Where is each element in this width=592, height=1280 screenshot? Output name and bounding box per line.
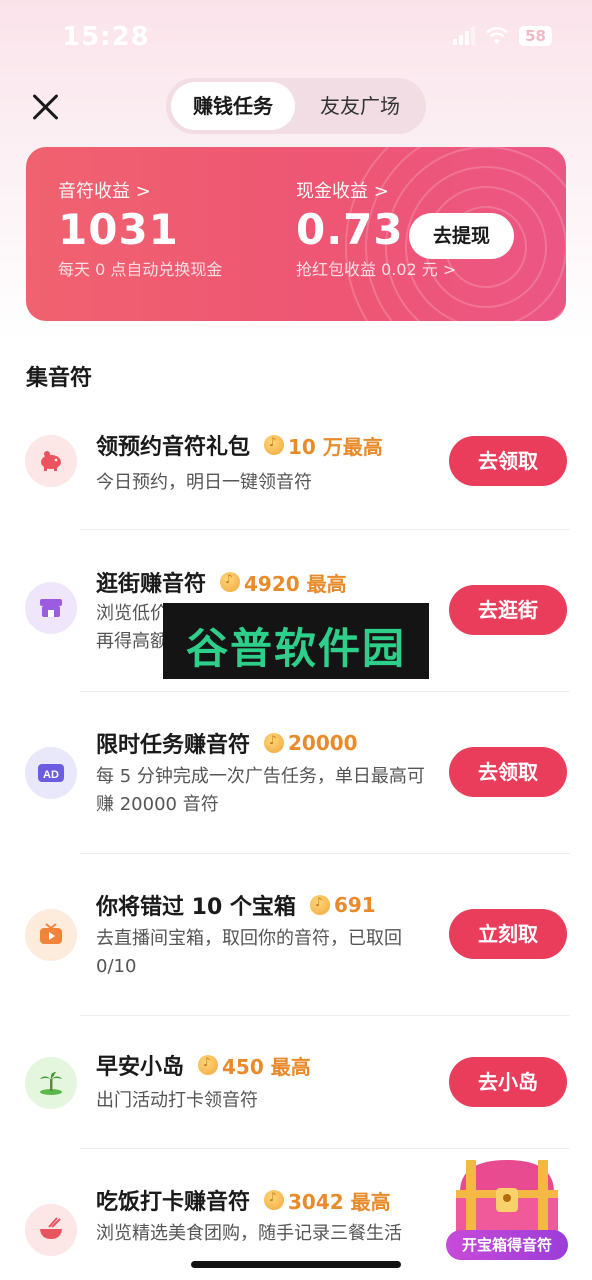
task-title: 吃饭打卡赚音符 3042 最高 <box>96 1184 391 1216</box>
bowl-icon <box>25 1204 77 1256</box>
task-title-text: 吃饭打卡赚音符 <box>96 1190 251 1215</box>
piggy-bank-icon <box>25 435 77 487</box>
task-action-button[interactable]: 去领取 <box>449 747 567 797</box>
coin-icon <box>309 895 330 915</box>
task-action-button[interactable]: 去小岛 <box>449 1057 567 1107</box>
withdraw-button[interactable]: 去提现 <box>409 213 514 259</box>
notes-earnings[interactable]: 音符收益 > 1031 每天 0 点自动兑换现金 <box>58 177 222 280</box>
status-time: 15:28 <box>62 22 150 52</box>
watermark-text: 谷普软件园 <box>185 624 406 673</box>
signal-icon <box>453 27 476 45</box>
cash-earnings-label: 现金收益 > <box>296 181 389 202</box>
task-reward: 20000 <box>288 731 358 755</box>
task-action-button[interactable]: 立刻取 <box>449 909 567 959</box>
shop-icon <box>25 582 77 634</box>
watermark-logo: 谷普软件园 <box>163 603 429 679</box>
coin-icon <box>264 435 285 455</box>
earnings-card: 音符收益 > 1031 每天 0 点自动兑换现金 现金收益 > 0.73 抢红包… <box>26 147 566 321</box>
home-indicator <box>191 1261 401 1268</box>
tab-friends-square[interactable]: 友友广场 <box>298 82 422 130</box>
task-title: 早安小岛 450 最高 <box>96 1049 311 1081</box>
battery-indicator: 58 <box>519 26 552 46</box>
coin-icon <box>220 572 241 592</box>
task-description: 每 5 分钟完成一次广告任务，单日最高可赚 20000 音符 <box>96 766 425 815</box>
divider <box>80 1015 570 1016</box>
task-title-text: 领预约音符礼包 <box>96 435 251 460</box>
status-icons: 58 <box>453 26 552 46</box>
task-action-button[interactable]: 去逛街 <box>449 585 567 635</box>
task-reward: 3042 最高 <box>288 1189 391 1214</box>
island-icon <box>25 1057 77 1109</box>
task-title-text: 逛街赚音符 <box>96 572 207 597</box>
task-title-text: 你将错过 10 个宝箱 <box>96 895 296 920</box>
tab-earn-tasks[interactable]: 赚钱任务 <box>171 82 295 130</box>
status-bar: 15:28 58 <box>0 0 592 80</box>
task-description: 今日预约，明日一键领音符 <box>96 472 312 493</box>
treasure-chest-label: 开宝箱得音符 <box>446 1230 568 1260</box>
svg-text:AD: AD <box>43 769 59 781</box>
task-description: 出门活动打卡领音符 <box>96 1090 258 1111</box>
divider <box>80 853 570 854</box>
notes-earnings-value: 1031 <box>58 205 179 254</box>
task-title: 你将错过 10 个宝箱 691 <box>96 889 376 921</box>
task-description: 去直播间宝箱，取回你的音符，已取回 0/10 <box>96 928 402 977</box>
task-reward: 691 <box>333 893 376 917</box>
wifi-icon <box>486 27 508 44</box>
task-reward: 450 最高 <box>222 1054 311 1079</box>
close-icon[interactable] <box>28 90 62 124</box>
task-title-text: 限时任务赚音符 <box>96 733 251 758</box>
tab-bar: 赚钱任务 友友广场 <box>166 78 426 134</box>
treasure-chest-icon <box>456 1160 558 1236</box>
red-packet-earnings-link[interactable]: 抢红包收益 0.02 元 > <box>296 256 456 280</box>
task-description: 浏览精选美食团购，随手记录三餐生活 <box>96 1223 402 1244</box>
task-title: 领预约音符礼包 10 万最高 <box>96 429 383 461</box>
task-title-text: 早安小岛 <box>96 1055 185 1080</box>
section-title: 集音符 <box>26 366 93 391</box>
notes-earnings-label: 音符收益 > <box>58 181 151 202</box>
task-title: 逛街赚音符 4920 最高 <box>96 566 347 598</box>
treasure-chest-button[interactable]: 开宝箱得音符 <box>446 1152 568 1260</box>
task-action-button[interactable]: 去领取 <box>449 436 567 486</box>
divider <box>80 691 570 692</box>
notes-earnings-note: 每天 0 点自动兑换现金 <box>58 260 223 279</box>
live-tv-icon <box>25 909 77 961</box>
task-reward: 10 万最高 <box>288 434 383 459</box>
divider <box>80 529 570 530</box>
ad-icon: AD <box>25 747 77 799</box>
coin-icon <box>264 733 285 753</box>
coin-icon <box>198 1055 219 1075</box>
task-reward: 4920 最高 <box>244 571 347 596</box>
task-title: 限时任务赚音符 20000 <box>96 727 358 759</box>
divider <box>80 1148 570 1149</box>
coin-icon <box>264 1190 285 1210</box>
